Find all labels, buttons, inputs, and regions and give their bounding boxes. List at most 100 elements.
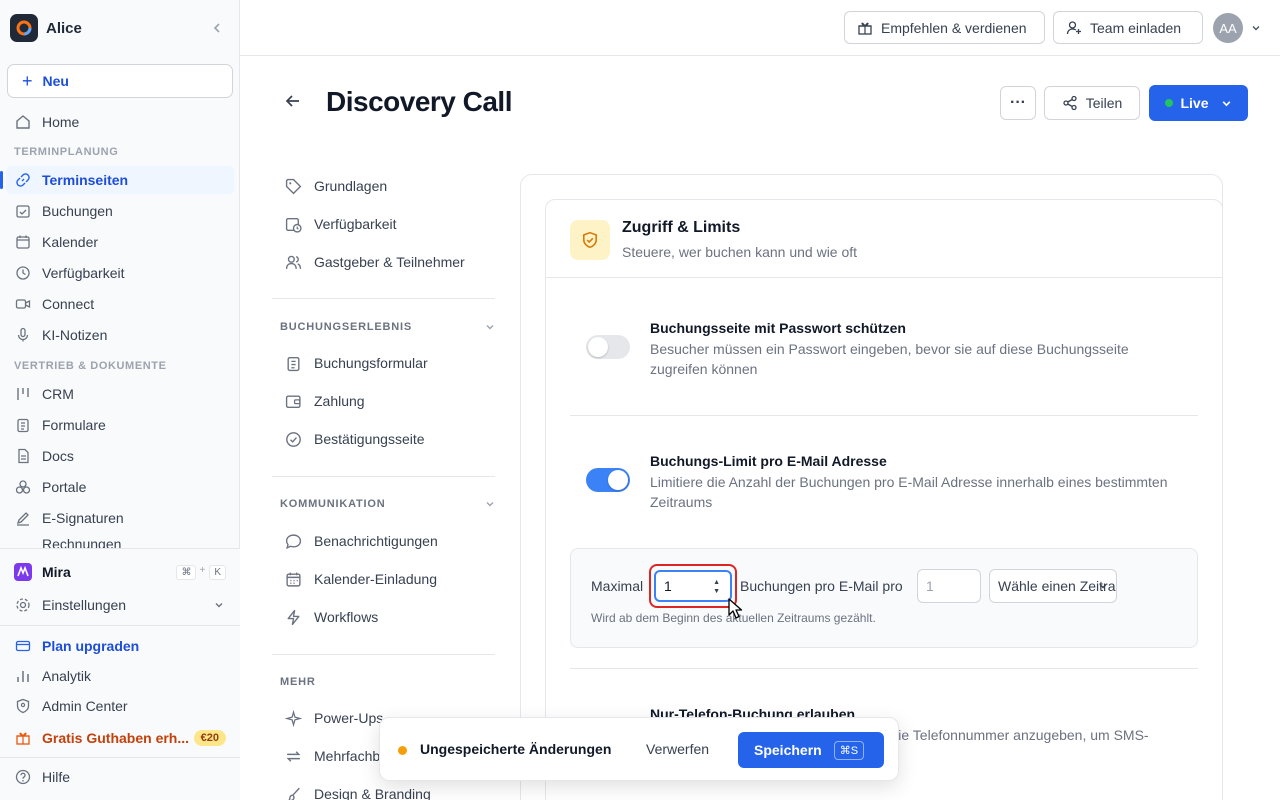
divider	[272, 298, 495, 299]
password-protect-toggle[interactable]	[586, 335, 630, 359]
sidebar-item-docs[interactable]: Docs	[0, 443, 240, 469]
users-icon	[284, 254, 302, 271]
sidebar-item-mira[interactable]: Mira ⌘ + K	[0, 559, 240, 585]
invoice-icon	[14, 536, 32, 548]
save-button[interactable]: Speichern ⌘S	[738, 732, 884, 768]
sidebar-item-home[interactable]: Home	[0, 109, 240, 135]
invite-team-button[interactable]: Team einladen	[1053, 11, 1203, 44]
subnav-label: Design & Branding	[314, 786, 431, 800]
sidebar-item-verfuegbarkeit[interactable]: Verfügbarkeit	[0, 260, 240, 286]
sidebar-item-formulare[interactable]: Formulare	[0, 412, 240, 438]
unsaved-changes-bar: Ungespeicherte Änderungen Verwerfen Spei…	[379, 717, 899, 781]
chevron-down-icon	[485, 499, 495, 509]
subnav-gastgeber[interactable]: Gastgeber & Teilnehmer	[284, 251, 465, 273]
sidebar-item-label: Buchungen	[42, 203, 113, 219]
sidebar-item-label: Terminseiten	[42, 172, 129, 188]
subnav-label: Bestätigungsseite	[314, 431, 425, 447]
calendar-check-icon	[14, 202, 32, 220]
sidebar-item-label: Hilfe	[42, 769, 71, 785]
clipboard-icon	[284, 355, 302, 372]
card-title: Zugriff & Limits	[622, 219, 741, 236]
live-status-button[interactable]: Live	[1149, 85, 1248, 121]
divider	[570, 415, 1198, 416]
calendar-icon	[284, 571, 302, 588]
main-content: Discovery Call ··· Teilen Live Grundlage…	[240, 56, 1280, 800]
sidebar-item-ki-notizen[interactable]: KI-Notizen	[0, 322, 240, 348]
shield-user-icon	[14, 697, 32, 715]
avatar[interactable]: AA	[1213, 13, 1243, 43]
period-select[interactable]: Wähle einen Zeitraum	[989, 569, 1117, 603]
more-icon: ···	[1010, 94, 1026, 111]
sidebar-item-label: KI-Notizen	[42, 327, 108, 343]
sidebar-item-label: Einstellungen	[42, 597, 127, 613]
password-protect-title: Buchungsseite mit Passwort schützen	[650, 320, 906, 336]
subnav-design-branding[interactable]: Design & Branding	[284, 783, 431, 800]
subnav-label: Buchungsformular	[314, 355, 428, 371]
divider	[570, 668, 1198, 669]
save-shortcut: ⌘S	[833, 740, 865, 760]
subnav-label: Kalender-Einladung	[314, 571, 437, 587]
workspace-logo	[10, 14, 38, 42]
sidebar-item-admin-center[interactable]: Admin Center	[0, 693, 240, 719]
calendar-clock-icon	[284, 216, 302, 233]
subnav-section-booking[interactable]: BUCHUNGSERLEBNIS	[280, 321, 495, 333]
gift-icon	[857, 20, 873, 36]
new-button[interactable]: + Neu	[7, 64, 233, 98]
sidebar-item-analytik[interactable]: Analytik	[0, 663, 240, 689]
sparkles-icon	[284, 709, 302, 727]
mira-icon	[14, 563, 32, 581]
discard-button[interactable]: Verwerfen	[646, 741, 709, 757]
email-limit-title: Buchungs-Limit pro E-Mail Adresse	[650, 453, 887, 469]
period-count-input[interactable]: 1	[917, 569, 981, 603]
wallet-icon	[284, 393, 302, 410]
subnav-workflows[interactable]: Workflows	[284, 606, 378, 628]
divider	[0, 625, 240, 626]
workspace-switcher[interactable]: Alice	[10, 14, 230, 42]
sidebar-item-portale[interactable]: Portale	[0, 474, 240, 500]
account-chevron-down-icon[interactable]	[1251, 23, 1261, 33]
sidebar-item-einstellungen[interactable]: Einstellungen	[0, 592, 240, 618]
subnav-zahlung[interactable]: Zahlung	[284, 390, 365, 412]
sidebar-item-label: E-Signaturen	[42, 510, 124, 526]
sidebar-item-terminseiten[interactable]: Terminseiten	[0, 166, 234, 194]
divider	[0, 757, 240, 758]
max-bookings-input[interactable]: 1 ▲ ▼	[654, 570, 732, 602]
credit-card-icon	[14, 637, 32, 655]
chevron-down-icon	[1221, 98, 1232, 109]
subnav-power-ups[interactable]: Power-Ups	[284, 707, 383, 729]
collapse-sidebar-icon[interactable]	[210, 21, 224, 35]
subnav-kalender-einladung[interactable]: Kalender-Einladung	[284, 568, 437, 590]
sidebar-item-e-signaturen[interactable]: E-Signaturen	[0, 505, 240, 531]
more-options-button[interactable]: ···	[1000, 86, 1036, 120]
refer-button-label: Empfehlen & verdienen	[881, 19, 1027, 36]
sidebar-item-label: CRM	[42, 386, 74, 402]
subnav-benachrichtigungen[interactable]: Benachrichtigungen	[284, 530, 438, 552]
credit-badge: €20	[193, 730, 226, 746]
sidebar-item-label: Home	[42, 114, 80, 130]
sidebar-item-credit[interactable]: Gratis Guthaben erh... €20	[0, 725, 240, 751]
subnav-verfuegbarkeit[interactable]: Verfügbarkeit	[284, 213, 397, 235]
sidebar-item-connect[interactable]: Connect	[0, 291, 240, 317]
subnav-section-label: MEHR	[280, 676, 316, 688]
subnav-label: Benachrichtigungen	[314, 533, 438, 549]
sidebar-item-buchungen[interactable]: Buchungen	[0, 198, 240, 224]
sidebar-item-rechnungen[interactable]: Rechnungen	[0, 536, 240, 548]
access-limits-card: Zugriff & Limits Steuere, wer buchen kan…	[545, 199, 1223, 800]
sidebar-item-crm[interactable]: CRM	[0, 381, 240, 407]
gift-icon	[14, 729, 32, 747]
number-stepper-icon[interactable]: ▲ ▼	[713, 578, 720, 596]
sidebar-item-kalender[interactable]: Kalender	[0, 229, 240, 255]
sidebar-item-hilfe[interactable]: Hilfe	[0, 764, 240, 790]
refer-button[interactable]: Empfehlen & verdienen	[844, 11, 1045, 44]
back-arrow-icon[interactable]	[284, 92, 302, 110]
subnav-buchungsformular[interactable]: Buchungsformular	[284, 352, 428, 374]
subnav-label: Power-Ups	[314, 710, 384, 726]
sidebar: Alice + Neu Home TERMINPLANUNG Terminsei…	[0, 0, 240, 800]
subnav-grundlagen[interactable]: Grundlagen	[284, 175, 387, 197]
sidebar-item-upgrade[interactable]: Plan upgraden	[0, 633, 240, 659]
subnav-bestaetigungsseite[interactable]: Bestätigungsseite	[284, 428, 425, 450]
subnav-label: Zahlung	[314, 393, 365, 409]
email-limit-toggle[interactable]	[586, 468, 630, 492]
share-button[interactable]: Teilen	[1044, 86, 1140, 120]
subnav-section-communication[interactable]: KOMMUNIKATION	[280, 498, 495, 510]
